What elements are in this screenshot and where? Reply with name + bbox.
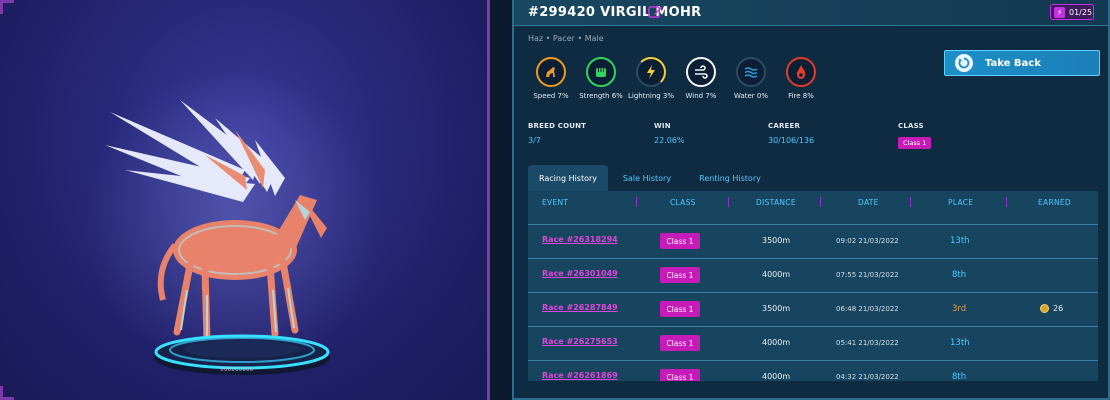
frame-corner xyxy=(0,0,14,14)
stat-strength: Strength 6% xyxy=(576,57,626,100)
stat-water: Water 0% xyxy=(726,57,776,100)
table-row: Race #26318294 Class 1 3500m 09:02 21/03… xyxy=(528,224,1098,258)
table-row: Race #26301049 Class 1 4000m 07:55 21/03… xyxy=(528,258,1098,292)
frame-corner xyxy=(0,386,14,400)
column-header-distance: DISTANCE xyxy=(756,198,796,207)
column-header-place: PLACE xyxy=(948,198,974,207)
place: 8th xyxy=(952,372,967,381)
table-row: Race #26287849 Class 1 3500m 06:48 21/03… xyxy=(528,292,1098,326)
distance: 4000m xyxy=(762,270,791,279)
racing-history-table[interactable]: EVENT CLASS DISTANCE DATE PLACE EARNED R… xyxy=(528,191,1098,381)
distance: 3500m xyxy=(762,236,791,245)
take-back-label: Take Back xyxy=(985,57,1041,69)
race-link[interactable]: Race #26301049 xyxy=(542,269,618,278)
race-link[interactable]: Race #26261869 xyxy=(542,371,618,380)
horse-title: #299420 VIRGIL MOHR xyxy=(528,5,702,20)
place: 13th xyxy=(950,338,970,348)
earned: 26 xyxy=(1040,304,1063,313)
lightning-icon: ⚡ xyxy=(1054,6,1065,18)
race-date: 06:48 21/03/2022 xyxy=(836,305,899,313)
race-date: 05:41 21/03/2022 xyxy=(836,339,899,347)
horse-icon xyxy=(546,67,555,77)
place: 8th xyxy=(952,270,967,280)
tab-renting-history[interactable]: Renting History xyxy=(688,165,772,191)
tab-racing-history[interactable]: Racing History xyxy=(528,165,608,191)
panel-bottom-border xyxy=(514,392,1108,400)
column-header-class: CLASS xyxy=(670,198,696,207)
race-date: 04:32 21/03/2022 xyxy=(836,373,899,381)
take-back-button[interactable]: Take Back xyxy=(944,50,1100,76)
lightning-icon xyxy=(647,65,655,79)
coin-icon xyxy=(1040,304,1049,313)
place: 3rd xyxy=(952,304,967,314)
stat-fire: Fire 8% xyxy=(776,57,826,100)
fist-icon xyxy=(596,68,606,77)
class-badge: Class 1 xyxy=(660,335,700,351)
horse-class: CLASS Class 1 xyxy=(898,122,932,149)
edit-icon[interactable] xyxy=(648,4,663,19)
table-header: EVENT CLASS DISTANCE DATE PLACE EARNED xyxy=(528,191,1098,213)
tab-sale-history[interactable]: Sale History xyxy=(612,165,682,191)
stat-speed: Speed 7% xyxy=(526,57,576,100)
wind-icon xyxy=(695,65,708,79)
column-header-earned: EARNED xyxy=(1038,198,1072,207)
place: 13th xyxy=(950,236,970,246)
energy-count: 01/25 xyxy=(1069,7,1093,17)
win-rate: WIN 22.06% xyxy=(654,122,685,145)
stat-wind: Wind 7% xyxy=(676,57,726,100)
horse-info-row: BREED COUNT 3/7 WIN 22.06% CAREER 30/106… xyxy=(528,122,948,152)
class-badge: Class 1 xyxy=(660,301,700,317)
distance: 3500m xyxy=(762,304,791,313)
column-header-event: EVENT xyxy=(542,198,569,207)
table-row: Race #26275653 Class 1 4000m 05:41 21/03… xyxy=(528,326,1098,360)
race-date: 09:02 21/03/2022 xyxy=(836,237,899,245)
race-link[interactable]: Race #26287849 xyxy=(542,303,618,312)
fire-icon xyxy=(796,65,806,79)
energy-badge: ⚡ 01/25 xyxy=(1050,4,1094,20)
class-badge: Class 1 xyxy=(660,267,700,283)
horse-3d-viewer[interactable]: 000000000 xyxy=(0,0,490,400)
breed-count: BREED COUNT 3/7 xyxy=(528,122,587,145)
column-header-date: DATE xyxy=(858,198,879,207)
race-link[interactable]: Race #26275653 xyxy=(542,337,618,346)
table-row: Race #26261869 Class 1 4000m 04:32 21/03… xyxy=(528,360,1098,381)
details-header: #299420 VIRGIL MOHR ⚡ 01/25 xyxy=(514,0,1108,26)
stat-lightning: Lightning 3% xyxy=(626,57,676,100)
class-badge: Class 1 xyxy=(660,369,700,381)
career-record: CAREER 30/106/136 xyxy=(768,122,815,145)
distance: 4000m xyxy=(762,372,791,381)
return-icon xyxy=(955,54,973,72)
class-badge: Class 1 xyxy=(660,233,700,249)
horse-details-panel: #299420 VIRGIL MOHR ⚡ 01/25 Haz • Pacer … xyxy=(512,0,1110,400)
horse-subtitle: Haz • Pacer • Male xyxy=(528,34,604,43)
class-badge: Class 1 xyxy=(898,137,932,149)
race-date: 07:55 21/03/2022 xyxy=(836,271,899,279)
pedestal-label: 000000000 xyxy=(220,367,254,373)
distance: 4000m xyxy=(762,338,791,347)
water-icon xyxy=(744,67,758,78)
race-link[interactable]: Race #26318294 xyxy=(542,235,618,244)
